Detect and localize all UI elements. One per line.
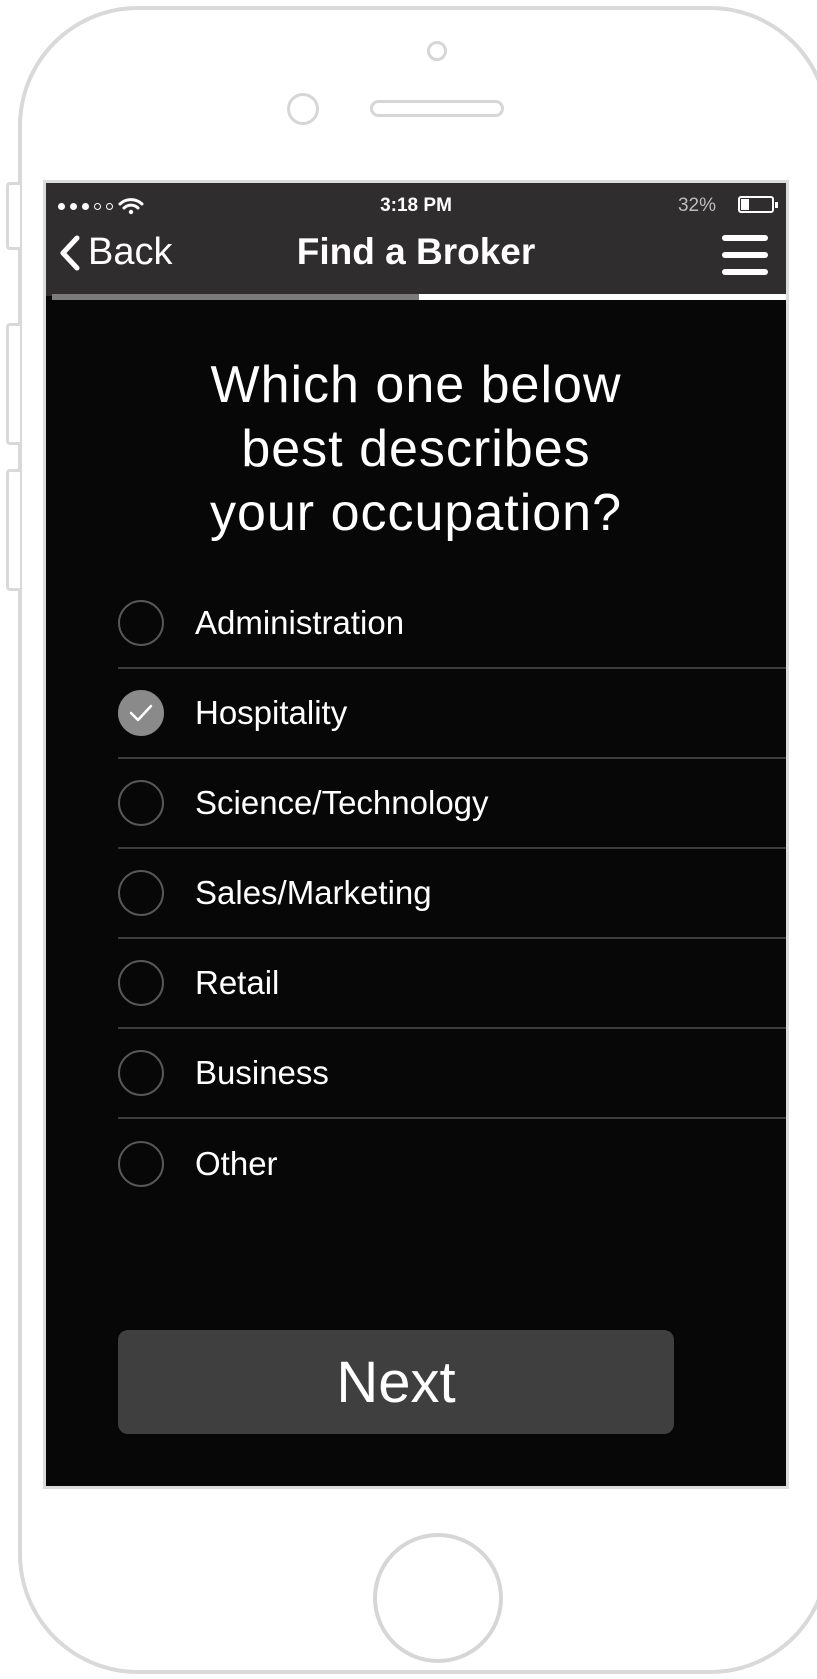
option-label: Sales/Marketing bbox=[195, 874, 432, 911]
battery-icon bbox=[738, 196, 778, 213]
radio-button[interactable] bbox=[118, 780, 164, 826]
question-line-1: Which one below bbox=[210, 356, 622, 414]
back-label: Back bbox=[88, 231, 173, 273]
radio-button[interactable] bbox=[118, 1141, 164, 1187]
chevron-left-icon bbox=[60, 235, 80, 270]
checkmark-icon bbox=[129, 704, 153, 722]
option-sales-marketing[interactable]: Sales/Marketing bbox=[118, 849, 786, 939]
navigation-bar: 3:18 PM 32% Back Find a Broker bbox=[46, 183, 786, 300]
option-other[interactable]: Other bbox=[118, 1119, 786, 1209]
progress-bar bbox=[52, 294, 786, 300]
option-business[interactable]: Business bbox=[118, 1029, 786, 1119]
status-time: 3:18 PM bbox=[380, 195, 452, 216]
question-line-2: best describes bbox=[241, 420, 591, 478]
occupation-options: Administration Hospitality Science/Techn… bbox=[118, 579, 786, 1209]
option-administration[interactable]: Administration bbox=[118, 579, 786, 669]
volume-down-button[interactable] bbox=[6, 469, 20, 591]
battery-percentage: 32% bbox=[677, 195, 716, 216]
option-label: Business bbox=[195, 1054, 329, 1091]
progress-fill bbox=[52, 294, 419, 300]
option-label: Hospitality bbox=[195, 694, 348, 731]
radio-button-checked[interactable] bbox=[118, 690, 164, 736]
option-label: Administration bbox=[195, 604, 405, 641]
option-hospitality[interactable]: Hospitality bbox=[118, 669, 786, 759]
question-line-3: your occupation? bbox=[209, 484, 623, 542]
back-button[interactable]: Back bbox=[60, 231, 172, 274]
hamburger-menu-icon[interactable] bbox=[722, 235, 768, 275]
option-label: Retail bbox=[195, 964, 280, 1001]
option-label: Science/Technology bbox=[195, 784, 489, 821]
radio-button[interactable] bbox=[118, 960, 164, 1006]
home-button[interactable] bbox=[373, 1533, 503, 1663]
mute-switch[interactable] bbox=[6, 182, 20, 250]
radio-button[interactable] bbox=[118, 1050, 164, 1096]
option-label: Other bbox=[195, 1145, 278, 1182]
radio-button[interactable] bbox=[118, 870, 164, 916]
proximity-sensor bbox=[287, 93, 319, 125]
option-retail[interactable]: Retail bbox=[118, 939, 786, 1029]
earpiece-speaker bbox=[370, 100, 504, 117]
front-camera bbox=[427, 41, 447, 61]
next-button[interactable]: Next bbox=[118, 1330, 674, 1434]
radio-button[interactable] bbox=[118, 600, 164, 646]
option-science-technology[interactable]: Science/Technology bbox=[118, 759, 786, 849]
question-heading: Which one below best describes your occu… bbox=[46, 353, 786, 545]
volume-up-button[interactable] bbox=[6, 323, 20, 445]
app-screen: 3:18 PM 32% Back Find a Broker Which one… bbox=[43, 180, 789, 1489]
